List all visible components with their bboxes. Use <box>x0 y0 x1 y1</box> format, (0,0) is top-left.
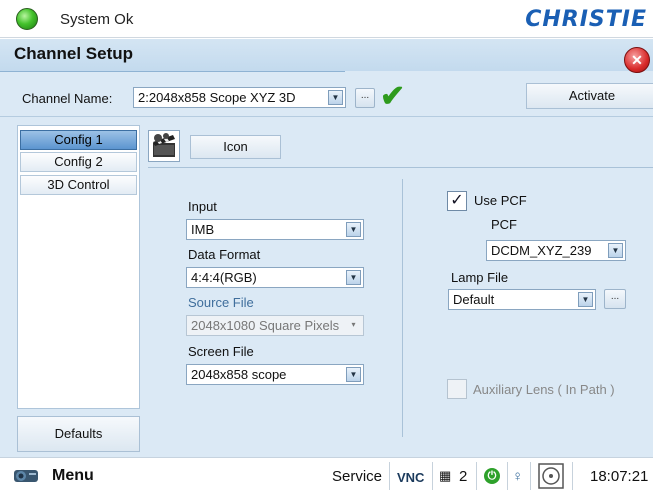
vnc-indicator: VNC <box>397 470 425 485</box>
lamp-file-select[interactable]: Default ▼ <box>448 289 596 310</box>
top-status-bar: System Ok CHRISTIE <box>0 0 653 38</box>
pcf-select[interactable]: DCDM_XYZ_239 ▼ <box>486 240 626 261</box>
service-button[interactable]: Service <box>332 468 382 485</box>
lamp-file-value: Default <box>453 292 495 307</box>
source-file-label: Source File <box>188 295 254 310</box>
page-title: Channel Setup <box>14 44 134 63</box>
power-icon[interactable]: ⏻ <box>484 468 500 484</box>
input-select[interactable]: IMB ▼ <box>186 219 364 240</box>
bottom-bar: Menu Service VNC ▦ 2 ⏻ ♀ 18:07:21 <box>0 457 653 492</box>
bottom-separator <box>476 462 477 490</box>
pcf-label: PCF <box>491 217 517 232</box>
bottom-separator <box>432 462 433 490</box>
chevron-down-icon: ▼ <box>346 222 361 237</box>
chevron-down-icon: ▼ <box>346 367 361 382</box>
bottom-separator <box>507 462 508 490</box>
chevron-down-icon: ▼ <box>328 90 343 105</box>
sidebar-item-config-1[interactable]: Config 1 <box>20 130 137 150</box>
channel-browse-button[interactable]: ... <box>355 88 375 108</box>
checkmark-icon: ✔ <box>380 80 406 113</box>
lamp-file-browse-button[interactable]: ... <box>604 289 626 309</box>
brand-logo: CHRISTIE <box>525 7 647 32</box>
screen-file-label: Screen File <box>188 344 254 359</box>
lamp-file-label: Lamp File <box>451 270 509 285</box>
menu-button[interactable]: Menu <box>52 467 94 485</box>
system-status-text: System Ok <box>60 11 134 28</box>
icon-button[interactable]: Icon <box>190 135 281 159</box>
chevron-down-icon: ▼ <box>346 270 361 285</box>
title-strip: Channel Setup <box>0 39 653 71</box>
film-icon: ▦ <box>439 468 452 483</box>
use-pcf-label: Use PCF <box>474 193 527 208</box>
use-pcf-checkbox[interactable]: ✓ <box>447 191 467 211</box>
column-divider <box>402 179 403 437</box>
sidebar-item-3d-control[interactable]: 3D Control <box>20 175 137 195</box>
config-sidebar: Config 1 Config 2 3D Control <box>17 125 140 409</box>
input-value: IMB <box>191 222 215 237</box>
screen-file-select[interactable]: 2048x858 scope ▼ <box>186 364 364 385</box>
projector-icon[interactable] <box>12 467 42 485</box>
data-format-value: 4:4:4(RGB) <box>191 270 257 285</box>
bottom-separator <box>530 462 531 490</box>
screen-file-value: 2048x858 scope <box>191 367 287 382</box>
source-file-select: 2048x1080 Square Pixels ▾ <box>186 315 364 336</box>
defaults-button[interactable]: Defaults <box>17 416 140 452</box>
data-format-select[interactable]: 4:4:4(RGB) ▼ <box>186 267 364 288</box>
config-divider <box>148 167 653 168</box>
lamp-icon: ♀ <box>512 468 524 485</box>
source-file-value: 2048x1080 Square Pixels <box>191 318 340 333</box>
status-led-icon <box>16 8 38 30</box>
pcf-value: DCDM_XYZ_239 <box>491 243 592 258</box>
chevron-down-icon: ▼ <box>578 292 593 307</box>
channel-name-value: 2:2048x858 Scope XYZ 3D <box>138 90 296 105</box>
bottom-separator <box>389 462 390 490</box>
close-icon[interactable]: ✕ <box>624 47 650 73</box>
channel-setup-panel: Channel Setup ✕ Channel Name: 2:2048x858… <box>0 39 653 457</box>
clapperboard-icon[interactable] <box>148 130 180 162</box>
chevron-down-icon: ▾ <box>351 320 356 329</box>
header-divider <box>0 116 653 117</box>
chevron-down-icon: ▼ <box>608 243 623 258</box>
clock-time: 18:07:21 <box>590 468 649 485</box>
data-format-label: Data Format <box>188 247 261 262</box>
auxiliary-lens-checkbox <box>447 379 467 399</box>
activate-button[interactable]: Activate <box>526 83 653 109</box>
sidebar-item-config-2[interactable]: Config 2 <box>20 152 137 172</box>
fan-icon <box>538 463 564 492</box>
input-label: Input <box>188 199 217 214</box>
auxiliary-lens-label: Auxiliary Lens ( In Path ) <box>473 382 615 397</box>
channel-name-select[interactable]: 2:2048x858 Scope XYZ 3D ▼ <box>133 87 346 108</box>
active-channel-number: 2 <box>459 468 468 485</box>
title-underline <box>0 71 345 72</box>
bottom-separator <box>572 462 573 490</box>
channel-name-label: Channel Name: <box>22 91 113 106</box>
